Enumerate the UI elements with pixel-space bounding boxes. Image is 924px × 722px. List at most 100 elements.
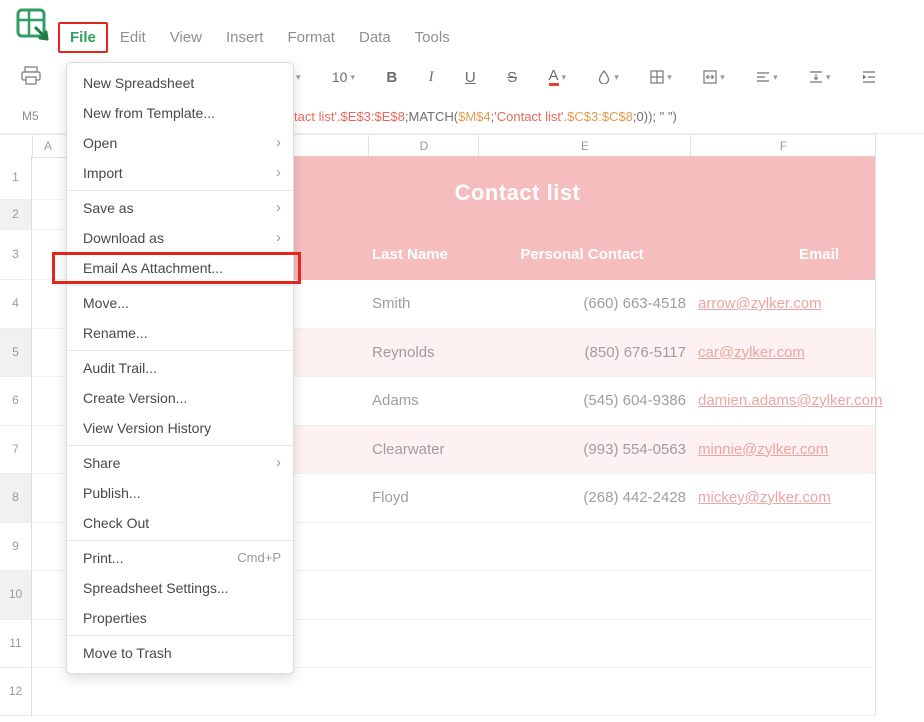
vertical-align-button[interactable]: ▾	[809, 70, 831, 84]
font-family-chevron[interactable]: ▾	[296, 72, 301, 82]
file-menu-dropdown: New Spreadsheet New from Template... Open ›…	[52, 62, 301, 674]
column-header-d[interactable]: D	[368, 135, 479, 157]
email-link[interactable]: arrow@zylker.com	[698, 295, 822, 312]
indent-button[interactable]	[862, 70, 876, 84]
formula-segment: ;MATCH(	[404, 109, 459, 124]
menu-item-email-as-attachment[interactable]: Email As Attachment...	[52, 252, 301, 284]
cell-last-name[interactable]: Clearwater	[372, 426, 476, 475]
menubar-item-file[interactable]: File	[58, 22, 108, 53]
cell-phone[interactable]: (545) 604-9386	[478, 377, 686, 426]
text-color-button-label: A	[548, 67, 559, 87]
indent-icon	[862, 70, 876, 84]
menu-item-move-to-trash[interactable]: Move to Trash	[67, 638, 293, 668]
menu-item-download-as[interactable]: Download as ›	[67, 223, 293, 253]
menu-item-create-version[interactable]: Create Version...	[67, 383, 293, 413]
column-header-a[interactable]: A	[32, 135, 63, 157]
menu-separator	[67, 635, 293, 636]
row-header-3[interactable]: 3	[0, 230, 32, 280]
menubar-item-tools[interactable]: Tools	[403, 22, 462, 53]
menu-item-print[interactable]: Print... Cmd+P	[67, 543, 293, 573]
cell-last-name[interactable]: Reynolds	[372, 329, 476, 378]
menu-item-properties[interactable]: Properties	[67, 603, 293, 633]
print-icon[interactable]	[20, 66, 42, 86]
menubar-item-data[interactable]: Data	[347, 22, 403, 53]
menu-item-move[interactable]: Move...	[67, 288, 293, 318]
menu-item-label: Move to Trash	[83, 645, 172, 661]
font-size-select[interactable]: 10 ▾	[332, 69, 355, 85]
menu-item-new-spreadsheet[interactable]: New Spreadsheet	[67, 68, 293, 98]
menu-item-label: Spreadsheet Settings...	[83, 580, 229, 596]
row-header-9[interactable]: 9	[0, 522, 32, 571]
italic-button-label: I	[428, 68, 434, 85]
menubar-item-insert[interactable]: Insert	[214, 22, 276, 53]
chevron-down-icon: ▾	[614, 71, 619, 82]
cell-phone[interactable]: (850) 676-5117	[478, 329, 686, 378]
cell-email: damien.adams@zylker.com	[698, 377, 882, 426]
bold-button[interactable]: B	[386, 69, 397, 86]
row-header-2[interactable]: 2	[0, 200, 32, 230]
menu-item-audit-trail[interactable]: Audit Trail...	[67, 353, 293, 383]
menu-item-save-as[interactable]: Save as ›	[67, 193, 293, 223]
column-header-e[interactable]: E	[478, 135, 691, 157]
cell-last-name[interactable]: Smith	[372, 280, 476, 329]
menu-item-check-out[interactable]: Check Out	[67, 508, 293, 538]
cell-email: car@zylker.com	[698, 329, 875, 378]
menu-separator	[67, 285, 293, 286]
row-header-7[interactable]: 7	[0, 425, 32, 474]
cell-reference-box[interactable]: M5	[14, 100, 39, 133]
strikethrough-button-label: S	[507, 68, 518, 86]
menubar-item-view[interactable]: View	[158, 22, 214, 53]
row-header-10[interactable]: 10	[0, 571, 32, 620]
cell-last-name[interactable]: Floyd	[372, 474, 476, 523]
menubar-item-edit[interactable]: Edit	[108, 22, 158, 53]
menu-item-share[interactable]: Share ›	[67, 448, 293, 478]
menu-item-publish[interactable]: Publish...	[67, 478, 293, 508]
menu-item-label: Open	[83, 135, 118, 151]
row-header-4[interactable]: 4	[0, 280, 32, 329]
email-link[interactable]: damien.adams@zylker.com	[698, 392, 882, 409]
merge-cells-button[interactable]: ▾	[703, 70, 725, 84]
menu-item-new-from-template[interactable]: New from Template...	[67, 98, 293, 128]
sheet-app-logo-icon[interactable]	[14, 6, 52, 44]
borders-icon	[650, 70, 664, 84]
menu-item-open[interactable]: Open ›	[67, 128, 293, 158]
menu-item-spreadsheet-settings[interactable]: Spreadsheet Settings...	[67, 573, 293, 603]
menu-item-label: Move...	[83, 295, 129, 311]
row-header-12[interactable]: 12	[0, 668, 32, 716]
column-header-f[interactable]: F	[690, 135, 876, 157]
cell-phone[interactable]: (993) 554-0563	[478, 426, 686, 475]
formula-segment: $M$4	[458, 109, 491, 124]
menu-separator	[67, 445, 293, 446]
cell-last-name[interactable]: Adams	[372, 377, 476, 426]
select-all-corner[interactable]	[0, 135, 33, 157]
row-header-8[interactable]: 8	[0, 474, 32, 523]
text-color-button[interactable]: A ▾	[548, 67, 566, 87]
borders-button[interactable]: ▾	[650, 70, 672, 84]
cell-phone[interactable]: (660) 663-4518	[478, 280, 686, 329]
row-header-5[interactable]: 5	[0, 328, 32, 377]
menubar-item-format[interactable]: Format	[275, 22, 347, 53]
menu-item-label: Download as	[83, 230, 164, 246]
align-icon	[756, 70, 770, 84]
email-link[interactable]: minnie@zylker.com	[698, 441, 828, 458]
italic-button[interactable]: I	[429, 69, 434, 86]
menu-item-rename[interactable]: Rename...	[67, 318, 293, 348]
strikethrough-button[interactable]: S	[507, 69, 517, 86]
cell-phone[interactable]: (268) 442-2428	[478, 474, 686, 523]
horizontal-align-button[interactable]: ▾	[756, 70, 778, 84]
row-header-11[interactable]: 11	[0, 619, 32, 668]
grid-row-12[interactable]	[32, 668, 875, 716]
email-link[interactable]: mickey@zylker.com	[698, 489, 831, 506]
formula-input[interactable]: tact list'.$E$3:$E$8;MATCH($M$4;'Contact…	[294, 100, 879, 133]
cell-email: arrow@zylker.com	[698, 280, 875, 329]
chevron-right-icon: ›	[276, 199, 281, 216]
menu-item-label: Save as	[83, 200, 134, 216]
menu-item-label: Email As Attachment...	[83, 260, 224, 276]
underline-button[interactable]: U	[465, 69, 476, 86]
menu-item-view-version-history[interactable]: View Version History	[67, 413, 293, 443]
row-header-1[interactable]: 1	[0, 156, 32, 200]
fill-color-button[interactable]: ▾	[597, 70, 619, 84]
email-link[interactable]: car@zylker.com	[698, 344, 805, 361]
row-header-6[interactable]: 6	[0, 377, 32, 426]
menu-item-import[interactable]: Import ›	[67, 158, 293, 188]
